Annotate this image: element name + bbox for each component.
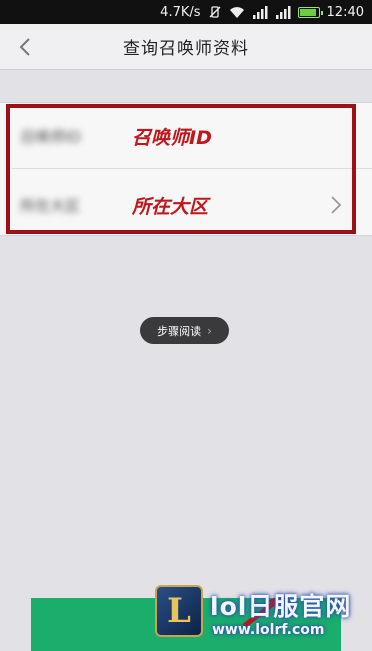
page-title: 查询召唤师资料: [123, 39, 249, 59]
clock: 12:40: [326, 4, 364, 20]
vibrate-icon: [208, 5, 222, 19]
signal-icon: [252, 5, 268, 19]
chevron-right-small-icon: ›: [207, 323, 212, 338]
nav-bar: 查询召唤师资料: [0, 24, 372, 70]
chevron-right-icon: [331, 196, 342, 214]
watermark-logo-letter: L: [167, 591, 191, 631]
step-read-label: 步骤阅读: [157, 324, 202, 338]
summoner-id-annotation: 召唤师ID: [132, 126, 212, 149]
step-read-button[interactable]: 步骤阅读 ›: [140, 317, 229, 344]
watermark-url: www.lolrf.com: [212, 622, 325, 638]
chevron-left-icon: [19, 38, 30, 56]
network-speed: 4.7K/s: [160, 4, 201, 20]
back-button[interactable]: [10, 32, 40, 62]
signal-icon-2: [275, 5, 291, 19]
form-card: 召唤师ID 召唤师ID 所在大区 所在大区: [0, 102, 372, 236]
battery-icon: [297, 6, 323, 18]
region-selector[interactable]: 所在大区 所在大区: [0, 175, 372, 235]
summoner-id-field[interactable]: 召唤师ID 召唤师ID: [0, 106, 372, 166]
watermark-title: lol日服官网: [210, 592, 352, 621]
region-label: 所在大区: [20, 196, 81, 215]
summoner-id-label: 召唤师ID: [20, 127, 81, 146]
divider: [12, 168, 372, 169]
status-bar: 4.7K/s 12:40: [0, 0, 372, 24]
watermark-logo: L: [155, 585, 203, 637]
region-annotation: 所在大区: [132, 195, 209, 218]
wifi-icon: [229, 5, 245, 19]
